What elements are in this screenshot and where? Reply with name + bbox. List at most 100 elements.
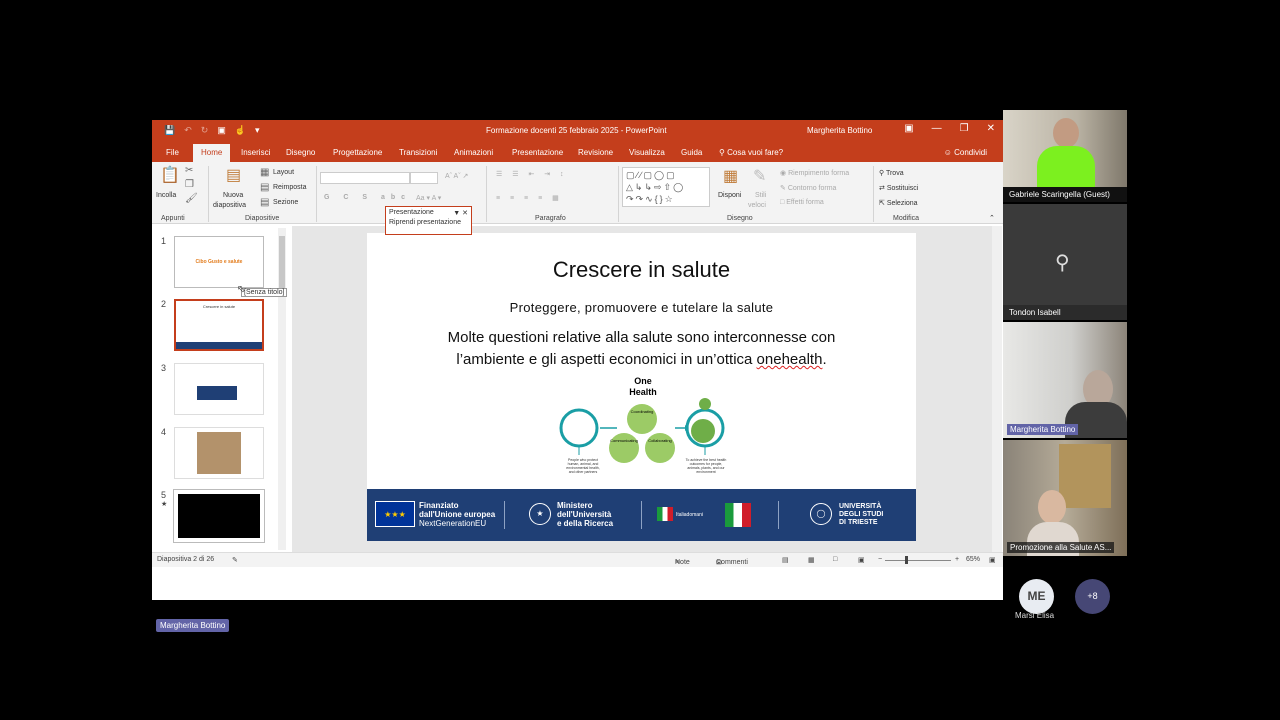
- zoom-level[interactable]: 65%: [966, 556, 980, 563]
- shapes-gallery[interactable]: ▢∕∕▢◯▢ △↳↳⇨⇧◯ ↷↷∿{}☆: [622, 167, 710, 207]
- tab-layout-design[interactable]: Progettazione: [333, 148, 382, 157]
- ribbon-separator: [486, 166, 487, 222]
- thumb-slide-5[interactable]: [173, 489, 265, 543]
- window-controls: ▣ — ❐ ✕: [904, 123, 995, 134]
- minimize-icon[interactable]: —: [932, 123, 942, 134]
- shape-fill-button[interactable]: ◉ Riempimento forma: [780, 169, 849, 177]
- tab-view[interactable]: Visualizza: [629, 148, 665, 157]
- slideshow-popup: Presentazione ▼ ✕ Riprendi presentazione: [385, 206, 472, 235]
- new-slide-button[interactable]: Nuova: [223, 192, 243, 199]
- slide-thumbnails: 1 Cibo Gusto e salute 2 Crescere in salu…: [152, 226, 290, 552]
- new-slide-button-label[interactable]: diapositiva: [213, 202, 246, 209]
- thumb-slide-4[interactable]: [174, 427, 264, 479]
- reset-button[interactable]: Reimposta: [273, 184, 306, 191]
- tab-insert[interactable]: Inserisci: [241, 148, 270, 157]
- ribbon-display-icon[interactable]: ▣: [904, 123, 913, 134]
- circle-label: Communicating: [610, 438, 638, 443]
- body-line-2-end: .: [822, 351, 827, 368]
- zoom-slider-handle[interactable]: [905, 556, 908, 564]
- tab-file[interactable]: File: [166, 148, 179, 157]
- quick-styles-button[interactable]: Stili: [755, 192, 766, 199]
- tab-review[interactable]: Revisione: [578, 148, 613, 157]
- thumb-slide-2[interactable]: Crescere in salute: [174, 299, 264, 351]
- save-icon[interactable]: 💾: [164, 125, 175, 135]
- select-button[interactable]: ⇱ Seleziona: [879, 199, 918, 207]
- font-grow-icon[interactable]: Aˆ Aˇ ↗: [445, 172, 468, 180]
- share-button[interactable]: ☺ Condividi: [944, 148, 987, 157]
- spellcheck-icon[interactable]: ✎: [232, 556, 238, 564]
- slide-title[interactable]: Crescere in salute: [367, 257, 916, 283]
- section-icon: ▤: [260, 197, 270, 208]
- thumb-slide-3[interactable]: [174, 363, 264, 415]
- editor-scrollbar[interactable]: [992, 226, 1002, 552]
- thumb-slide-1[interactable]: Cibo Gusto e salute: [174, 236, 264, 288]
- list-icons[interactable]: ☰ ☰ ⇤ ⇥ ↕: [496, 170, 568, 178]
- participant-tile[interactable]: ⚲ Tondon Isabell: [1003, 204, 1127, 320]
- slide-body[interactable]: Molte questioni relative alla salute son…: [407, 327, 876, 371]
- undo-icon[interactable]: ↶: [184, 125, 192, 135]
- title-bar: 💾 ↶ ↻ ▣ ☝ ▾ Formazione docenti 25 febbra…: [152, 120, 1003, 142]
- thumbnail-scrollbar[interactable]: [278, 228, 286, 550]
- cut-icon[interactable]: ✂: [185, 165, 193, 176]
- shape-effects-button[interactable]: □ Effetti forma: [780, 199, 824, 206]
- footer-divider: [778, 501, 779, 529]
- new-slide-icon[interactable]: ▤: [226, 165, 241, 185]
- customize-icon[interactable]: ▾: [255, 125, 260, 135]
- format-painter-icon[interactable]: 🖌: [185, 193, 198, 204]
- scrollbar-thumb[interactable]: [279, 236, 285, 296]
- redo-icon[interactable]: ↻: [201, 125, 209, 135]
- participant-tile[interactable]: Margherita Bottino: [1003, 322, 1127, 438]
- arrange-button[interactable]: Disponi: [718, 192, 741, 199]
- section-button[interactable]: Sezione: [273, 199, 298, 206]
- more-participants-button[interactable]: +8: [1075, 579, 1110, 614]
- tab-design[interactable]: Disegno: [286, 148, 315, 157]
- layout-button[interactable]: Layout: [273, 169, 294, 176]
- font-name-input[interactable]: [320, 172, 410, 184]
- restore-icon[interactable]: ❐: [960, 123, 969, 134]
- slideshow-view-icon[interactable]: ▣: [858, 556, 865, 564]
- shape-outline-button[interactable]: ✎ Contorno forma: [780, 184, 836, 192]
- tab-animations[interactable]: Animazioni: [454, 148, 493, 157]
- fit-slide-icon[interactable]: ▣: [989, 556, 996, 564]
- popup-controls[interactable]: ▼ ✕: [453, 209, 468, 217]
- circle-label: Collaborating: [648, 438, 672, 443]
- tell-me-search[interactable]: ⚲ Cosa vuoi fare?: [719, 148, 783, 157]
- normal-view-icon[interactable]: ▤: [782, 556, 789, 564]
- italia-domani-text: Italiadomani: [676, 512, 703, 518]
- participant-tile[interactable]: Gabriele Scaringella (Guest): [1003, 110, 1127, 202]
- current-slide[interactable]: Crescere in salute Proteggere, promuover…: [367, 233, 916, 541]
- slide-subtitle[interactable]: Proteggere, promuovere e tutelare la sal…: [367, 300, 916, 315]
- replace-button[interactable]: ⇄ Sostituisci: [879, 184, 918, 192]
- find-button[interactable]: ⚲ Trova: [879, 169, 904, 177]
- present-icon[interactable]: ▣: [217, 125, 226, 135]
- close-icon[interactable]: ✕: [987, 123, 995, 134]
- signed-in-user[interactable]: Margherita Bottino: [807, 126, 872, 135]
- collapse-ribbon-icon[interactable]: ⌃: [989, 214, 995, 222]
- paste-icon[interactable]: 📋: [160, 165, 180, 185]
- tab-help[interactable]: Guida: [681, 148, 702, 157]
- font-color-icon[interactable]: Aa ▾ A ▾: [416, 194, 441, 202]
- resume-slideshow-link[interactable]: Riprendi presentazione: [389, 219, 468, 226]
- quick-styles-icon[interactable]: ✎: [753, 166, 766, 186]
- arrange-icon[interactable]: ▦: [723, 166, 738, 186]
- zoom-out-icon[interactable]: −: [878, 556, 882, 563]
- touch-icon[interactable]: ☝: [235, 125, 246, 135]
- tab-slideshow[interactable]: Presentazione: [512, 148, 563, 157]
- avatar[interactable]: ME: [1019, 579, 1054, 614]
- font-style-buttons[interactable]: G C S abc: [324, 194, 411, 201]
- align-icons[interactable]: ≡ ≡ ≡ ≡ ▦: [496, 194, 563, 202]
- zoom-slider[interactable]: [885, 560, 951, 561]
- ministry-seal-icon: ★: [529, 503, 551, 525]
- paste-button[interactable]: Incolla: [156, 192, 176, 199]
- slide-sorter-icon[interactable]: ▦: [808, 556, 815, 564]
- reading-view-icon[interactable]: □: [833, 556, 837, 563]
- quick-styles-button-label[interactable]: veloci: [748, 202, 766, 209]
- participant-body: [1037, 146, 1095, 190]
- tab-transitions[interactable]: Transizioni: [399, 148, 437, 157]
- right-caption: To achieve the best health outcomes for …: [685, 458, 727, 474]
- tab-home[interactable]: Home: [193, 144, 231, 162]
- participant-tile[interactable]: Promozione alla Salute AS...: [1003, 440, 1127, 556]
- zoom-in-icon[interactable]: +: [955, 556, 959, 563]
- font-size-input[interactable]: [410, 172, 438, 184]
- copy-icon[interactable]: ❐: [185, 179, 194, 190]
